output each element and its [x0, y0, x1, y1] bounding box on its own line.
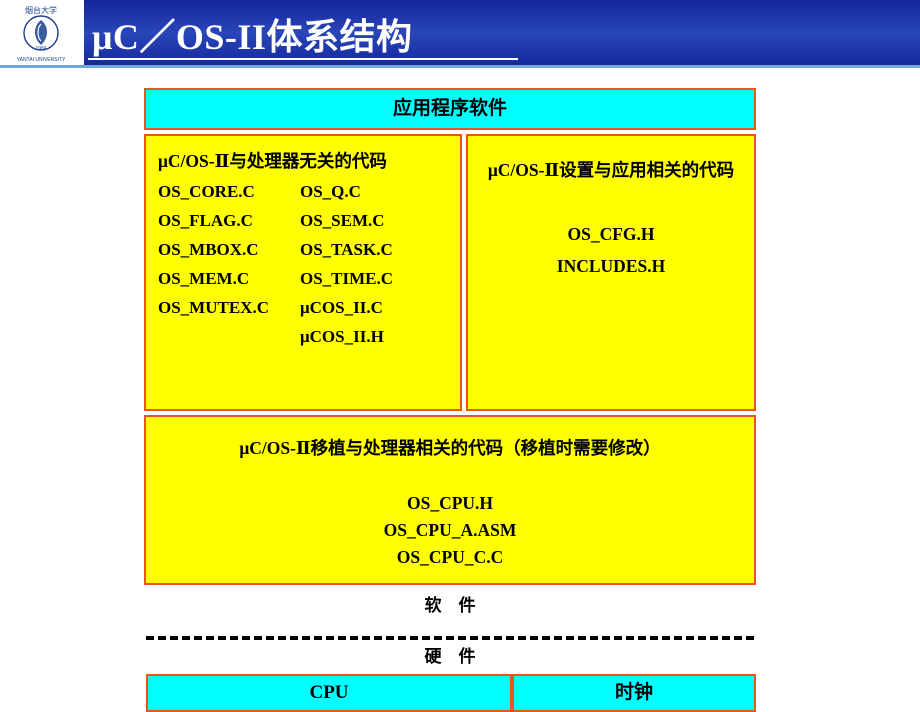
file-row: OS_MBOX.C OS_TASK.C [156, 235, 460, 264]
file-row: μCOS_II.H [156, 322, 460, 351]
file-name: OS_MEM.C [158, 268, 250, 288]
clock-box: 时钟 [512, 674, 756, 712]
file-name: OS_TIME.C [300, 268, 394, 288]
slide-header: 烟台大学 1984 YANTAI UNIVERSITY μC／OS-II体系结构 [0, 0, 920, 68]
university-logo: 烟台大学 1984 YANTAI UNIVERSITY [0, 0, 84, 65]
svg-text:烟台大学: 烟台大学 [25, 5, 57, 15]
file-name: μCOS_II.H [300, 326, 384, 346]
file-name: OS_CPU_A.ASM [383, 520, 517, 540]
file-name: OS_CPU.H [406, 493, 494, 513]
file-name: OS_CFG.H [567, 224, 655, 244]
file-row: OS_MEM.C OS_TIME.C [156, 264, 460, 293]
application-software-box: 应用程序软件 [144, 88, 756, 130]
file-name: OS_MUTEX.C [158, 297, 269, 317]
clock-label: 时钟 [614, 682, 653, 703]
cpu-box: CPU [146, 674, 512, 712]
file-name: OS_CORE.C [158, 181, 255, 201]
file-row: OS_FLAG.C OS_SEM.C [156, 206, 460, 235]
application-specific-code-box: μC/OS-Ⅱ设置与应用相关的代码 OS_CFG.H INCLUDES.H [466, 134, 756, 411]
application-specific-file-list: OS_CFG.H INCLUDES.H [482, 218, 740, 282]
processor-independent-code-box: μC/OS-Ⅱ与处理器无关的代码 OS_CORE.C OS_Q.C OS_FLA… [144, 134, 462, 411]
file-name: OS_SEM.C [300, 210, 385, 230]
architecture-diagram: 应用程序软件 μC/OS-Ⅱ与处理器无关的代码 OS_CORE.C OS_Q.C… [0, 68, 920, 712]
file-name: OS_MBOX.C [158, 239, 259, 259]
port-code-title: μC/OS-Ⅱ移植与处理器相关的代码（移植时需要修改） [239, 438, 661, 458]
hardware-label: 硬 件 [424, 647, 476, 666]
software-hardware-divider [146, 636, 754, 640]
file-name: OS_Q.C [300, 181, 361, 201]
file-name: μCOS_II.C [300, 297, 383, 317]
svg-text:YANTAI UNIVERSITY: YANTAI UNIVERSITY [17, 57, 66, 63]
processor-independent-title: μC/OS-Ⅱ与处理器无关的代码 [158, 151, 387, 171]
file-name: OS_TASK.C [300, 239, 393, 259]
file-name: OS_FLAG.C [158, 210, 253, 230]
software-label: 软 件 [424, 596, 476, 615]
application-specific-title: μC/OS-Ⅱ设置与应用相关的代码 [487, 160, 735, 180]
file-row: OS_CORE.C OS_Q.C [156, 177, 460, 206]
svg-text:1984: 1984 [35, 46, 46, 52]
cpu-label: CPU [309, 682, 349, 703]
processor-independent-file-list: OS_CORE.C OS_Q.C OS_FLAG.C OS_SEM.C OS_M… [156, 177, 460, 351]
file-name: INCLUDES.H [556, 256, 666, 276]
page-title: μC／OS-II体系结构 [92, 17, 413, 57]
port-code-file-list: OS_CPU.H OS_CPU_A.ASM OS_CPU_C.C [146, 490, 754, 571]
university-logo-icon: 烟台大学 1984 YANTAI UNIVERSITY [0, 0, 82, 65]
title-underline [88, 58, 518, 60]
application-software-label: 应用程序软件 [392, 98, 507, 119]
port-code-box: μC/OS-Ⅱ移植与处理器相关的代码（移植时需要修改） OS_CPU.H OS_… [144, 415, 756, 585]
file-row: OS_MUTEX.C μCOS_II.C [156, 293, 460, 322]
file-name: OS_CPU_C.C [396, 547, 504, 567]
